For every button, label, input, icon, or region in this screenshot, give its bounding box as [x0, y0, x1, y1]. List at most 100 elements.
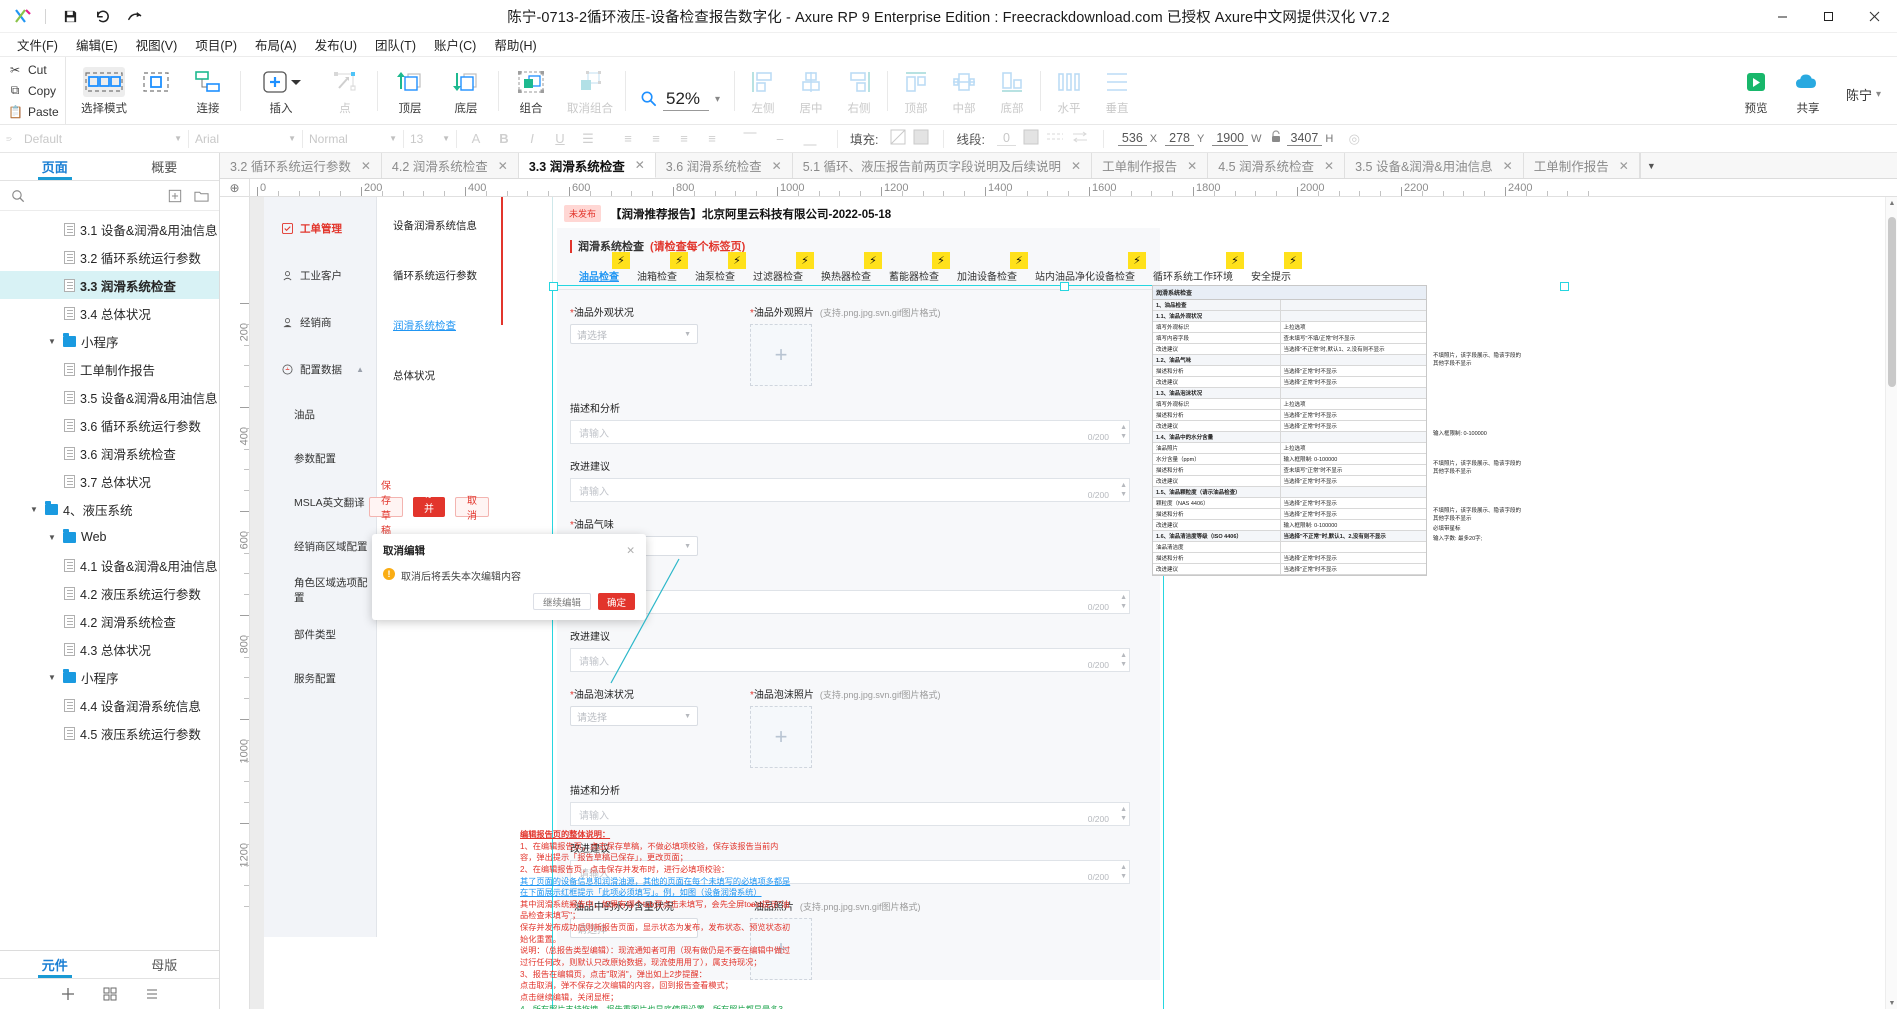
distribute-vertical-button[interactable]: 垂直 — [1093, 63, 1141, 121]
align-left-icon[interactable]: ≡ — [615, 131, 641, 146]
align-center-icon[interactable]: ≡ — [643, 131, 669, 146]
canvas-tab[interactable]: 工单制作报告 ✕ — [1092, 153, 1209, 178]
tree-item[interactable]: 3.5 设备&润滑&用油信息 — [0, 383, 219, 411]
line-color-swatch[interactable] — [1023, 129, 1039, 148]
select-mode-button[interactable]: 选择模式 — [76, 63, 132, 121]
canvas-tab[interactable]: 3.3 润滑系统检查 ✕ — [518, 153, 656, 178]
tree-item[interactable]: 工单制作报告 — [0, 355, 219, 383]
align-middle-button[interactable]: 中部 — [940, 63, 988, 121]
interaction-bolt-icon[interactable]: ⚡ — [612, 252, 630, 269]
interaction-bolt-icon[interactable]: ⚡ — [932, 252, 950, 269]
nav-item-dealer[interactable]: 经销商 — [264, 311, 376, 333]
interaction-bolt-icon[interactable]: ⚡ — [670, 252, 688, 269]
tab-outline[interactable]: 概要 — [110, 153, 220, 180]
canvas-tab[interactable]: 4.2 润滑系统检查 ✕ — [381, 153, 519, 178]
arrow-style-icon[interactable] — [1071, 129, 1089, 148]
connect-button[interactable]: 连接 — [180, 63, 236, 121]
align-right-button[interactable]: 右侧 — [835, 63, 883, 121]
minimize-button[interactable] — [1759, 0, 1805, 33]
tree-item[interactable]: 4.2 液压系统运行参数 — [0, 579, 219, 607]
search-icon[interactable] — [8, 186, 28, 206]
maximize-button[interactable] — [1805, 0, 1851, 33]
align-left-button[interactable]: 左侧 — [739, 63, 787, 121]
close-button[interactable] — [1851, 0, 1897, 33]
close-icon[interactable]: ✕ — [626, 545, 635, 557]
y-position-input[interactable]: 278 — [1165, 131, 1194, 146]
canvas-vertical-scrollbar[interactable]: ▲ ▼ — [1885, 197, 1897, 1009]
tree-item[interactable]: 3.3 润滑系统检查 — [0, 271, 219, 299]
canvas-tab[interactable]: 3.5 设备&润滑&用油信息 ✕ — [1345, 153, 1524, 178]
design-canvas[interactable]: 工单管理 工业客户 经销商 配置数据 ▲ 油品 参数配置 MSLA英文翻译 经销… — [250, 197, 1897, 1009]
tree-toggle-icon[interactable]: ▼ — [46, 673, 58, 682]
user-menu[interactable]: 陈宁 ▾ — [1836, 63, 1889, 104]
valign-bottom-icon[interactable]: ⎽ — [797, 131, 823, 147]
interaction-bolt-icon[interactable]: ⚡ — [864, 252, 882, 269]
interaction-bolt-icon[interactable]: ⚡ — [1284, 252, 1302, 269]
menu-item[interactable]: 视图(V) — [127, 32, 187, 57]
close-icon[interactable]: ✕ — [1324, 159, 1334, 173]
add-widget-icon[interactable] — [58, 984, 78, 1004]
ruler-origin-icon[interactable]: ⊕ — [220, 179, 250, 197]
italic-icon[interactable]: I — [519, 131, 545, 146]
menu-item[interactable]: 发布(U) — [306, 32, 366, 57]
undo-icon[interactable] — [87, 3, 117, 29]
menu-item[interactable]: 账户(C) — [425, 32, 485, 57]
nav-sub-item[interactable]: MSLA英文翻译 — [264, 493, 376, 511]
interaction-bolt-icon[interactable]: ⚡ — [1128, 252, 1146, 269]
continue-edit-button[interactable]: 继续编辑 — [532, 593, 591, 610]
close-icon[interactable]: ✕ — [772, 159, 782, 173]
menu-item[interactable]: 文件(F) — [8, 32, 67, 57]
nav-sub-item[interactable]: 服务配置 — [264, 669, 376, 687]
nav-item-config-data[interactable]: 配置数据 ▲ — [264, 358, 376, 380]
cancel-button[interactable]: 取消 — [455, 496, 489, 522]
copy-button[interactable]: ⧉ Copy — [6, 81, 65, 101]
menu-item[interactable]: 布局(A) — [246, 32, 306, 57]
ungroup-button[interactable]: 取消组合 — [559, 63, 621, 121]
pages-tree[interactable]: 3.1 设备&润滑&用油信息 3.2 循环系统运行参数 3.3 润滑系统检查 3.4 … — [0, 211, 219, 950]
menu-item[interactable]: 项目(P) — [186, 32, 246, 57]
lock-ratio-icon[interactable] — [1270, 130, 1282, 147]
grid-view-icon[interactable] — [100, 984, 120, 1004]
nav-sub-item[interactable]: 参数配置 — [264, 449, 376, 467]
font-size-select[interactable]: 13 ▼ — [404, 129, 456, 149]
mid-menu-item[interactable]: 润滑系统检查 — [377, 317, 500, 333]
scroll-up-icon[interactable]: ▲ — [1886, 197, 1897, 209]
font-weight-select[interactable]: Normal ▼ — [303, 129, 403, 149]
send-to-back-button[interactable]: 底层 — [438, 63, 494, 121]
nav-sub-item[interactable]: 部件类型 — [264, 625, 376, 643]
interaction-bolt-icon[interactable]: ⚡ — [1226, 252, 1244, 269]
close-icon[interactable]: ✕ — [1187, 159, 1197, 173]
style-icon[interactable] — [0, 125, 18, 153]
zoom-value[interactable]: 52% — [663, 89, 709, 111]
height-input[interactable]: 3407 — [1286, 131, 1323, 146]
canvas-tab[interactable]: 3.2 循环系统运行参数 ✕ — [220, 153, 382, 178]
distribute-horizontal-button[interactable]: 水平 — [1045, 63, 1093, 121]
nav-sub-item[interactable]: 角色区域选项配置 — [264, 577, 376, 604]
tree-item[interactable]: ▼ 小程序 — [0, 663, 219, 691]
tree-toggle-icon[interactable]: ▼ — [28, 505, 40, 514]
save-icon[interactable] — [55, 3, 85, 29]
nav-item-workorder[interactable]: 工单管理 — [264, 217, 376, 239]
canvas-tab-bar[interactable]: 3.2 循环系统运行参数 ✕ 4.2 润滑系统检查 ✕ 3.3 润滑系统检查 ✕ 3.6 润… — [220, 153, 1897, 179]
nav-sub-item[interactable]: 经销商区域配置 — [264, 537, 376, 555]
underline-icon[interactable]: U — [547, 131, 573, 146]
tree-item[interactable]: 3.6 循环系统运行参数 — [0, 411, 219, 439]
menu-item[interactable]: 编辑(E) — [67, 32, 127, 57]
align-bottom-button[interactable]: 底部 — [988, 63, 1036, 121]
align-justify-icon[interactable]: ≡ — [699, 131, 725, 146]
bold-icon[interactable]: B — [491, 131, 517, 146]
tree-toggle-icon[interactable]: ▼ — [46, 533, 58, 542]
zoom-control[interactable]: 52% ▾ — [630, 57, 730, 124]
nav-sub-item[interactable]: 油品 — [264, 405, 376, 423]
align-right-icon[interactable]: ≡ — [671, 131, 697, 146]
tree-item[interactable]: 3.4 总体状况 — [0, 299, 219, 327]
cut-button[interactable]: ✂ Cut — [6, 60, 65, 80]
close-icon[interactable]: ✕ — [361, 159, 371, 173]
fill-none-swatch[interactable] — [890, 129, 906, 148]
close-icon[interactable]: ✕ — [1619, 159, 1629, 173]
fill-color-swatch[interactable] — [913, 129, 929, 148]
x-position-input[interactable]: 536 — [1117, 131, 1147, 146]
insert-button[interactable]: 插入 — [245, 63, 317, 121]
canvas-tab[interactable]: 4.5 润滑系统检查 ✕ — [1208, 153, 1346, 178]
add-folder-icon[interactable] — [191, 186, 211, 206]
